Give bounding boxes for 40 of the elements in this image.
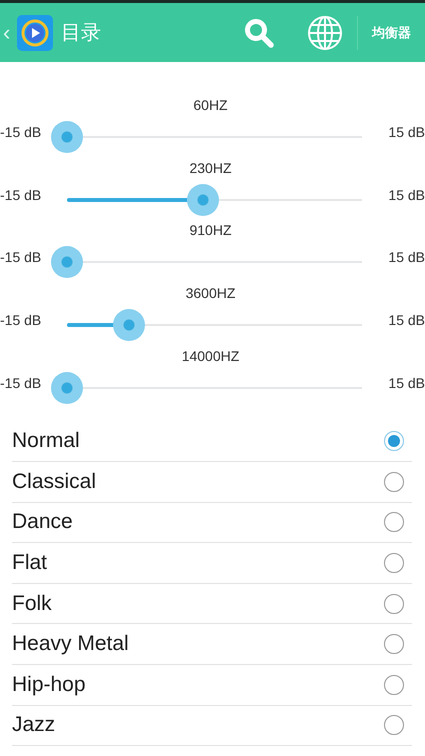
radio-button[interactable] xyxy=(384,715,404,736)
slider-thumb[interactable] xyxy=(186,184,219,216)
min-label: -15 dB xyxy=(0,249,42,266)
globe-icon[interactable] xyxy=(307,14,343,50)
radio-button[interactable] xyxy=(384,512,404,532)
max-label: 15 dB xyxy=(388,249,425,266)
max-label: 15 dB xyxy=(388,124,425,140)
radio-button[interactable] xyxy=(384,634,404,654)
max-label: 15 dB xyxy=(388,186,425,203)
app-logo-icon xyxy=(17,14,53,50)
slider-thumb[interactable] xyxy=(51,121,83,153)
preset-label[interactable]: Normal xyxy=(12,429,80,454)
preset-label[interactable]: Heavy Metal xyxy=(12,632,129,656)
preset-label[interactable]: Dance xyxy=(12,510,73,534)
preset-label[interactable]: Hip-hop xyxy=(12,672,86,697)
frequency-label: 60HZ xyxy=(192,96,229,115)
preset-label[interactable]: Classical xyxy=(12,470,96,494)
slider-thumb[interactable] xyxy=(112,309,145,342)
max-label: 15 dB xyxy=(388,374,425,391)
header-title: 目录 xyxy=(61,21,101,46)
min-label: -15 dB xyxy=(0,124,42,140)
preset-label[interactable]: Folk xyxy=(12,592,52,616)
frequency-label: 230HZ xyxy=(188,158,233,178)
slider-thumb[interactable] xyxy=(51,372,83,404)
max-label: 15 dB xyxy=(388,312,425,328)
radio-button[interactable] xyxy=(384,594,404,614)
preset-label[interactable]: Jazz xyxy=(12,713,56,738)
slider-thumb[interactable] xyxy=(51,246,83,278)
preset-label[interactable]: Flat xyxy=(12,551,48,576)
min-label: -15 dB xyxy=(0,312,42,328)
radio-button[interactable] xyxy=(384,674,404,695)
radio-button[interactable] xyxy=(384,553,404,574)
min-label: -15 dB xyxy=(0,374,42,391)
frequency-label: 910HZ xyxy=(188,221,233,240)
min-label: -15 dB xyxy=(0,186,42,203)
radio-button[interactable] xyxy=(384,472,404,492)
frequency-label: 3600HZ xyxy=(184,284,236,304)
frequency-label: 14000HZ xyxy=(180,346,240,366)
search-icon[interactable] xyxy=(243,16,275,48)
radio-button[interactable] xyxy=(384,431,404,452)
